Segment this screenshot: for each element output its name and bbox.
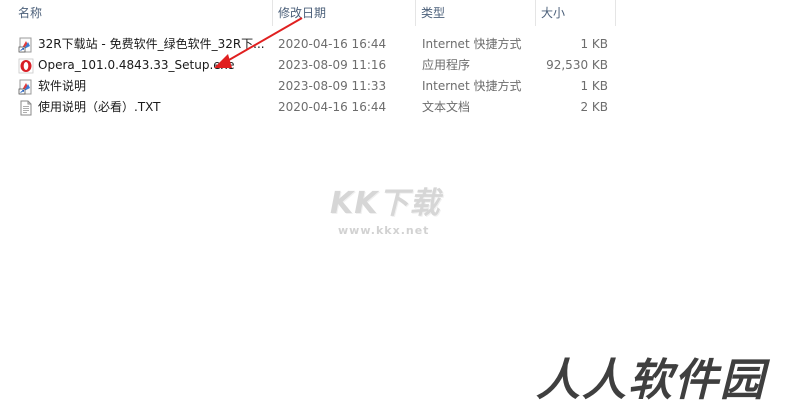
column-header-name[interactable]: 名称 xyxy=(12,0,272,26)
file-type: 文本文档 xyxy=(422,100,471,114)
file-type: Internet 快捷方式 xyxy=(422,79,522,93)
file-name: 软件说明 xyxy=(38,79,87,93)
column-header-size[interactable]: 大小 xyxy=(535,0,615,26)
file-name: 使用说明（必看）.TXT xyxy=(38,100,161,114)
text-document-icon xyxy=(20,100,32,116)
file-date: 2020-04-16 16:44 xyxy=(278,100,387,114)
file-row-opera-setup[interactable]: Opera_101.0.4843.33_Setup.exe 2023-08-09… xyxy=(0,55,620,76)
opera-icon xyxy=(18,58,34,74)
file-size: 92,530 KB xyxy=(546,58,608,72)
file-date: 2023-08-09 11:16 xyxy=(278,58,387,72)
file-row-software-info[interactable]: 软件说明 2023-08-09 11:33 Internet 快捷方式 1 KB xyxy=(0,76,620,97)
file-date: 2023-08-09 11:33 xyxy=(278,79,387,93)
file-size: 1 KB xyxy=(580,37,608,51)
file-row-usage-txt[interactable]: 使用说明（必看）.TXT 2020-04-16 16:44 文本文档 2 KB xyxy=(0,97,620,118)
kk-download-watermark-url: www.kkx.net xyxy=(338,224,430,237)
column-header-date[interactable]: 修改日期 xyxy=(272,0,415,26)
column-header-bar: ⌃ 名称 修改日期 类型 大小 xyxy=(0,0,789,26)
internet-shortcut-icon xyxy=(18,37,32,53)
kk-download-watermark-logo: KK下载 xyxy=(330,186,441,221)
file-size: 2 KB xyxy=(580,100,608,114)
file-type: 应用程序 xyxy=(422,58,471,72)
internet-shortcut-icon xyxy=(18,79,32,95)
file-type: Internet 快捷方式 xyxy=(422,37,522,51)
file-date: 2020-04-16 16:44 xyxy=(278,37,387,51)
file-size: 1 KB xyxy=(580,79,608,93)
file-name: Opera_101.0.4843.33_Setup.exe xyxy=(38,58,235,72)
column-divider[interactable] xyxy=(615,0,616,26)
file-row-32r-shortcut[interactable]: 32R下载站 - 免费软件_绿色软件_32R下... 2020-04-16 16… xyxy=(0,34,620,55)
file-name: 32R下载站 - 免费软件_绿色软件_32R下... xyxy=(38,37,265,51)
renren-software-watermark: 人人软件园 xyxy=(536,355,766,406)
column-header-type[interactable]: 类型 xyxy=(415,0,535,26)
